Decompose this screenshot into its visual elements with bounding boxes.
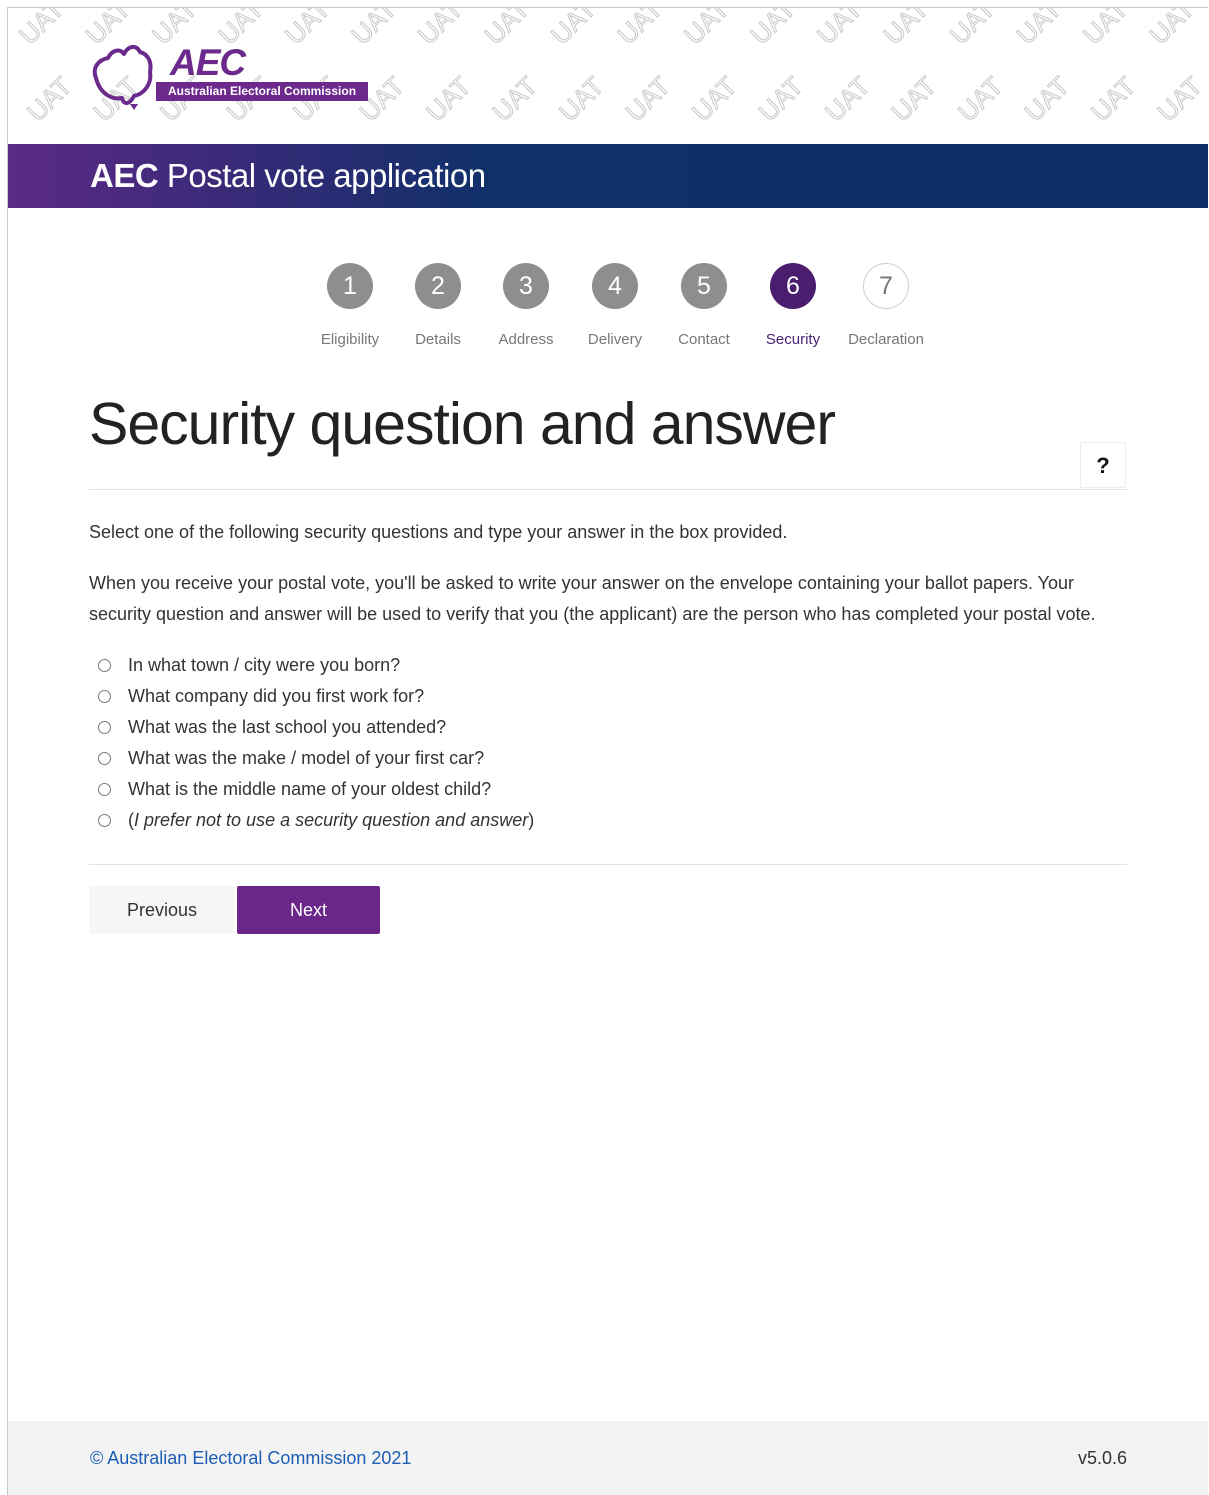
uat-watermark-text: UAT (686, 71, 743, 128)
radio-button[interactable] (98, 814, 111, 827)
question-option[interactable]: In what town / city were you born? (98, 650, 534, 681)
australia-map-icon (92, 45, 153, 110)
intro-text: Select one of the following security que… (89, 522, 788, 542)
step-delivery[interactable]: 4 Delivery (570, 263, 660, 348)
uat-watermark-text: UAT (1152, 71, 1208, 128)
step-label: Address (498, 331, 554, 348)
step-number: 1 (327, 263, 373, 309)
next-button[interactable]: Next (237, 886, 380, 934)
step-declaration: 7 Declaration (836, 263, 936, 348)
step-label: Contact (678, 331, 730, 348)
question-option[interactable]: What was the make / model of your first … (98, 743, 534, 774)
logo-subtitle: Australian Electoral Commission (156, 82, 368, 101)
uat-watermark-text: UAT (13, 8, 70, 50)
question-label: In what town / city were you born? (128, 655, 401, 675)
uat-watermark-text: UAT (944, 8, 1001, 50)
opt-out-close-paren: ) (528, 810, 535, 830)
uat-watermark-text: UAT (878, 8, 935, 50)
uat-watermark-text: UAT (487, 71, 544, 128)
aec-logo: AEC Australian Electoral Commission (86, 38, 376, 112)
app-header: AEC Postal vote application (8, 144, 1208, 208)
step-details[interactable]: 2 Details (393, 263, 483, 348)
question-option[interactable]: What company did you first work for? (98, 681, 534, 712)
uat-watermark-text: UAT (1019, 71, 1076, 128)
opt-out-option[interactable]: (I prefer not to use a security question… (98, 805, 534, 836)
app-title-bold: AEC (90, 157, 159, 194)
step-number: 3 (503, 263, 549, 309)
app-title-rest: Postal vote application (158, 157, 486, 194)
uat-watermark-text: UAT (1077, 8, 1134, 50)
step-number-future: 7 (863, 263, 909, 309)
step-eligibility[interactable]: 1 Eligibility (305, 263, 395, 348)
uat-watermark-text: UAT (420, 71, 477, 128)
uat-watermark-text: UAT (811, 8, 868, 50)
question-option[interactable]: What was the last school you attended? (98, 712, 534, 743)
question-label: What is the middle name of your oldest c… (128, 779, 492, 799)
radio-button[interactable] (98, 690, 111, 703)
uat-watermark-text: UAT (1011, 8, 1068, 50)
uat-watermark-text: UAT (819, 71, 876, 128)
uat-watermark-text: UAT (479, 8, 536, 50)
step-label: Declaration (848, 331, 924, 348)
security-question-options: In what town / city were you born? What … (98, 650, 534, 836)
uat-watermark-text: UAT (886, 71, 943, 128)
step-number: 2 (415, 263, 461, 309)
app-title: AEC Postal vote application (90, 156, 486, 196)
radio-button[interactable] (98, 659, 111, 672)
page-footer: © Australian Electoral Commission 2021 v… (8, 1421, 1208, 1495)
uat-watermark-text: UAT (612, 8, 669, 50)
step-address[interactable]: 3 Address (481, 263, 571, 348)
step-label: Eligibility (320, 331, 380, 348)
uat-watermark-text: UAT (952, 71, 1009, 128)
help-button[interactable]: ? (1080, 442, 1126, 488)
step-security: 6 Security (748, 263, 838, 348)
form-divider (89, 864, 1127, 865)
logo-wordmark: AEC (170, 42, 246, 83)
uat-watermark-text: UAT (412, 8, 469, 50)
uat-watermark-text: UAT (1085, 71, 1142, 128)
radio-button[interactable] (98, 783, 111, 796)
question-option[interactable]: What is the middle name of your oldest c… (98, 774, 534, 805)
uat-watermark-text: UAT (620, 71, 677, 128)
radio-button[interactable] (98, 721, 111, 734)
step-label: Details (415, 331, 461, 348)
step-label-active: Security (765, 331, 821, 348)
uat-watermark-text: UAT (21, 71, 78, 128)
uat-watermark-text: UAT (545, 8, 602, 50)
question-label: What company did you first work for? (128, 686, 425, 706)
step-number: 5 (681, 263, 727, 309)
uat-watermark-text: UAT (678, 8, 735, 50)
opt-out-text: I prefer not to use a security question … (134, 810, 529, 830)
step-contact[interactable]: 5 Contact (659, 263, 749, 348)
uat-watermark-text: UAT (745, 8, 802, 50)
title-divider (89, 489, 1127, 490)
opt-out-label: (I prefer not to use a security question… (128, 810, 534, 831)
progress-stepper: 1 Eligibility 2 Details 3 Address 4 Deli… (0, 263, 1209, 359)
explanation-text: When you receive your postal vote, you'l… (89, 573, 1096, 624)
question-label: What was the last school you attended? (128, 717, 447, 737)
uat-watermark-text: UAT (753, 71, 810, 128)
version-label: v5.0.6 (1077, 1448, 1127, 1468)
copyright-link[interactable]: © Australian Electoral Commission 2021 (90, 1448, 411, 1469)
previous-button[interactable]: Previous (89, 886, 235, 934)
uat-watermark-text: UAT (553, 71, 610, 128)
page-title: Security question and answer (89, 391, 836, 457)
step-number: 4 (592, 263, 638, 309)
uat-watermark-text: UAT (1144, 8, 1201, 50)
step-number-active: 6 (770, 263, 816, 309)
question-label: What was the make / model of your first … (128, 748, 485, 768)
radio-button[interactable] (98, 752, 111, 765)
step-label: Delivery (587, 331, 643, 348)
